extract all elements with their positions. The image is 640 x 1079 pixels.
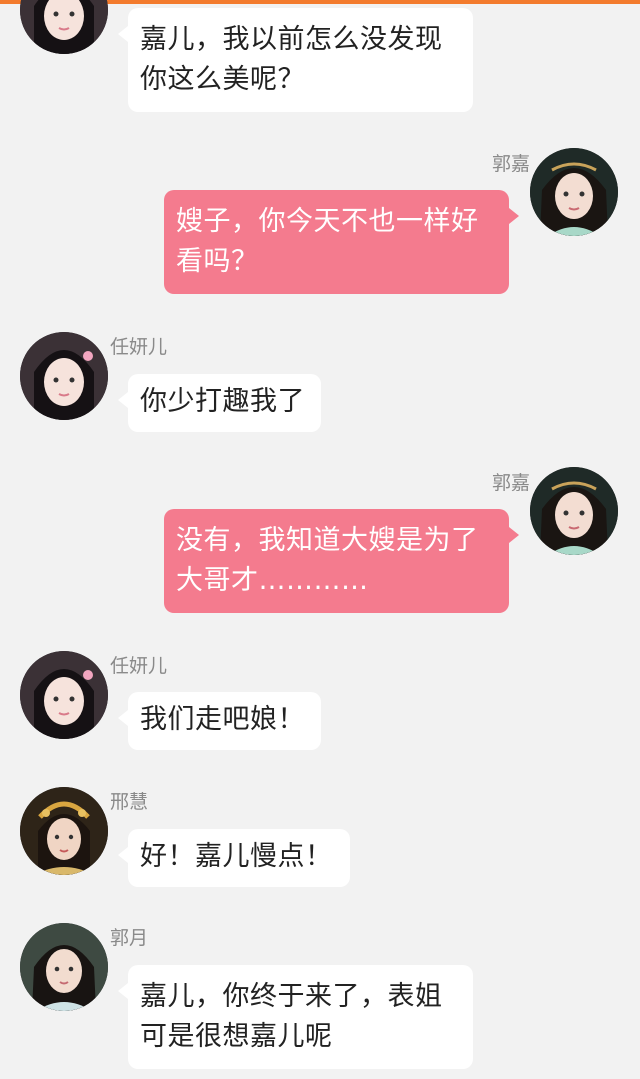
renyaner-avatar-icon[interactable] <box>20 651 108 739</box>
message-bubble[interactable]: 嫂子，你今天不也一样好 看吗？ <box>164 190 519 294</box>
message-bubble[interactable]: 嘉儿，你终于来了，表姐 可是很想嘉儿呢 <box>118 965 473 1069</box>
renyaner-avatar-icon[interactable] <box>20 0 108 54</box>
message-bubble[interactable]: 你少打趣我了 <box>118 374 321 432</box>
renyaner-avatar-icon[interactable] <box>20 332 108 420</box>
sender-name: 郭嘉 <box>491 472 530 494</box>
sender-name: 郭嘉 <box>491 153 530 175</box>
message-bubble[interactable]: 我们走吧娘！ <box>118 692 321 750</box>
message-bubble[interactable]: 嘉儿，我以前怎么没发现 你这么美呢？ <box>118 8 473 112</box>
sender-name: 邢慧 <box>110 791 149 813</box>
sender-name: 任妍儿 <box>110 655 168 677</box>
sender-name: 任妍儿 <box>110 336 168 358</box>
message-bubble[interactable]: 好！嘉儿慢点！ <box>118 829 350 887</box>
guojia-avatar-icon[interactable] <box>530 148 618 236</box>
guoyue-avatar-icon[interactable] <box>20 923 108 1011</box>
message-bubble[interactable]: 没有，我知道大嫂是为了 大哥才………… <box>164 509 519 613</box>
sender-name: 郭月 <box>110 927 149 949</box>
xinghui-avatar-icon[interactable] <box>20 787 108 875</box>
guojia-avatar-icon[interactable] <box>530 467 618 555</box>
